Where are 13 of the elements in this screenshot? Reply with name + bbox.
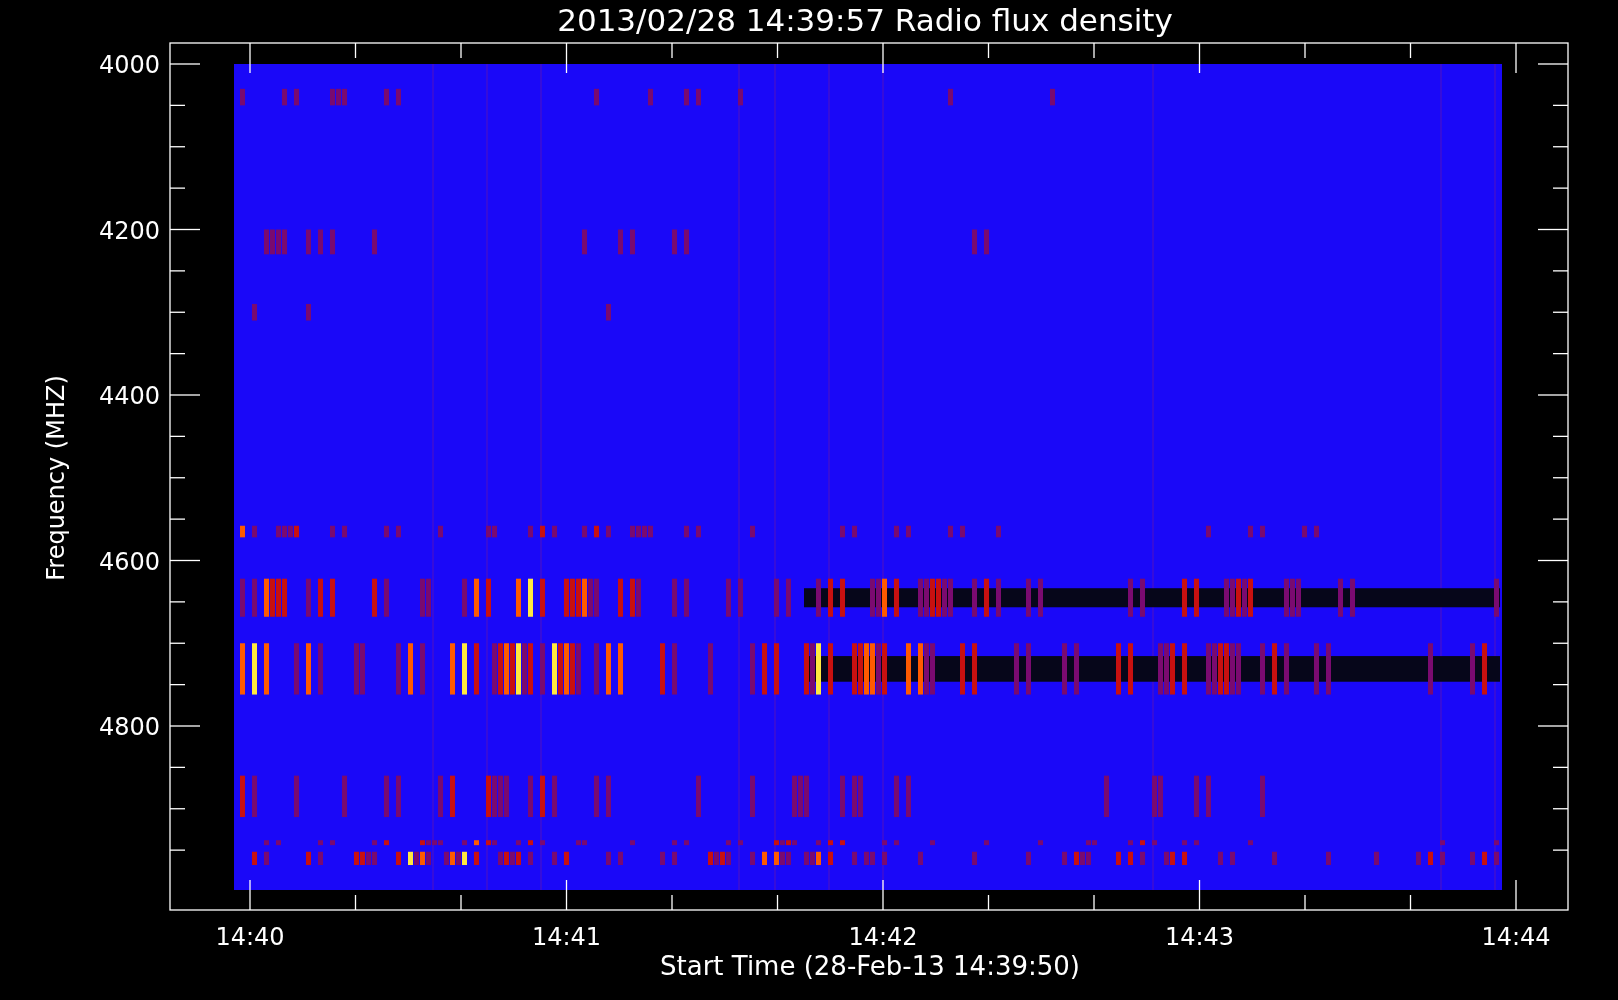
y-tick-label: 4000	[98, 51, 160, 79]
y-tick-label: 4400	[98, 382, 160, 410]
y-tick-label: 4800	[98, 713, 160, 741]
x-tick-label: 14:40	[215, 923, 285, 951]
x-tick-label: 14:43	[1164, 923, 1235, 951]
y-tick-label: 4200	[98, 216, 160, 245]
x-tick-label: 14:41	[531, 923, 602, 951]
x-tick-label: 14:42	[848, 923, 918, 951]
y-axis-label: Frequency (MHZ)	[42, 375, 70, 581]
plot-title: 2013/02/28 14:39:57 Radio flux density	[557, 2, 1173, 38]
x-axis-label: Start Time (28-Feb-13 14:39:50)	[660, 951, 1080, 981]
x-tick-label: 14:44	[1481, 923, 1551, 951]
y-tick-label: 4600	[98, 547, 160, 576]
